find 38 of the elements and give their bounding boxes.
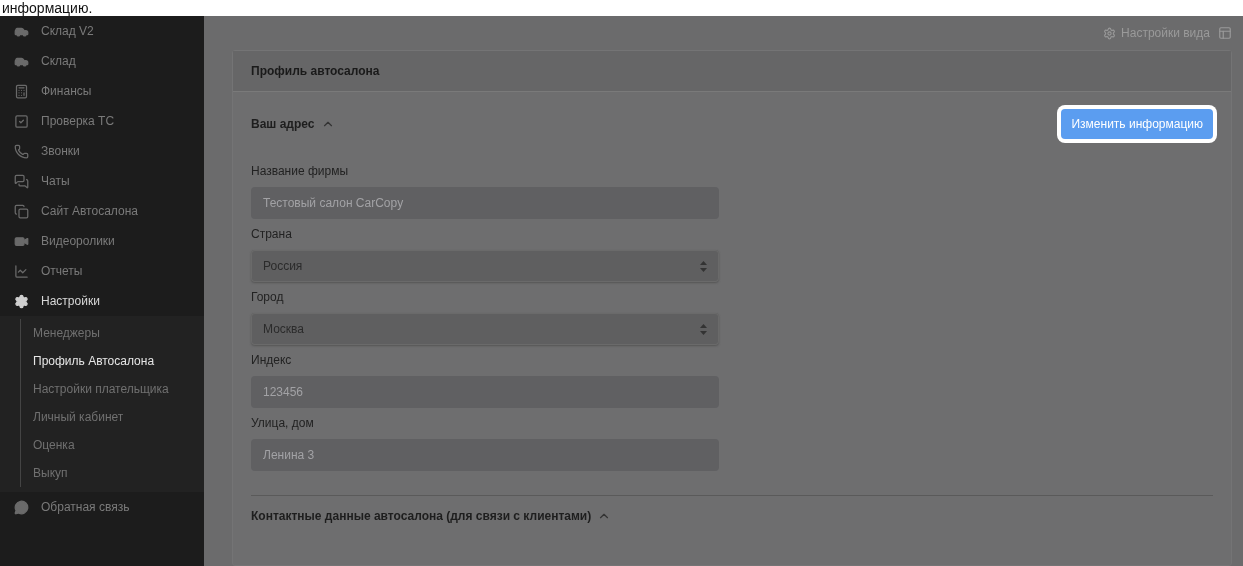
field-label: Страна xyxy=(251,227,293,241)
settings-icon xyxy=(1103,26,1117,40)
submenu-item[interactable]: Личный кабинет xyxy=(21,403,204,431)
checkbox-icon xyxy=(14,113,29,129)
section-toggle[interactable]: Контактные данные автосалона (для связи с клиентами) xyxy=(251,509,612,523)
sidebar-item[interactable]: Склад xyxy=(0,46,204,76)
caption-text: информацию. xyxy=(0,0,93,16)
submenu-item[interactable]: Менеджеры xyxy=(21,319,204,347)
sidebar-item[interactable]: Звонки xyxy=(0,136,204,166)
submenu-item[interactable]: Профиль Автосалона xyxy=(21,347,204,375)
sidebar-item[interactable]: Отчеты xyxy=(0,256,204,286)
settings-icon xyxy=(14,293,29,309)
sidebar-item[interactable]: Обратная связь xyxy=(0,492,204,522)
sidebar-item[interactable]: Настройки xyxy=(0,286,204,316)
updown-icon xyxy=(700,260,707,272)
sidebar-item[interactable]: Чаты xyxy=(0,166,204,196)
sidebar-item[interactable]: Проверка ТС xyxy=(0,106,204,136)
updown-icon xyxy=(700,323,707,335)
card-title: Профиль автосалона xyxy=(251,64,380,78)
field-label: Улица, дом xyxy=(251,416,315,430)
submenu-item[interactable]: Выкуп xyxy=(21,459,204,487)
sidebar-item[interactable]: Склад V2 xyxy=(0,16,204,46)
submenu-item[interactable]: Настройки плательщика xyxy=(21,375,204,403)
calculator-icon xyxy=(14,83,29,99)
copy-icon xyxy=(14,203,29,219)
sidebar-item[interactable]: Сайт Автосалона xyxy=(0,196,204,226)
field-label: Название фирмы xyxy=(251,164,350,178)
field-label: Город xyxy=(251,290,285,304)
chat-icon xyxy=(14,173,29,189)
sidebar-item[interactable]: Финансы xyxy=(0,76,204,106)
submenu-item[interactable]: Оценка xyxy=(21,431,204,459)
speech-bubble-icon xyxy=(14,499,29,515)
layout-icon[interactable] xyxy=(1218,26,1232,40)
phone-icon xyxy=(14,143,29,159)
field-label: Индекс xyxy=(251,353,293,367)
chart-icon xyxy=(14,263,29,279)
sidebar-item[interactable]: Видеоролики xyxy=(0,226,204,256)
section-toggle[interactable]: Ваш адрес xyxy=(251,117,335,131)
